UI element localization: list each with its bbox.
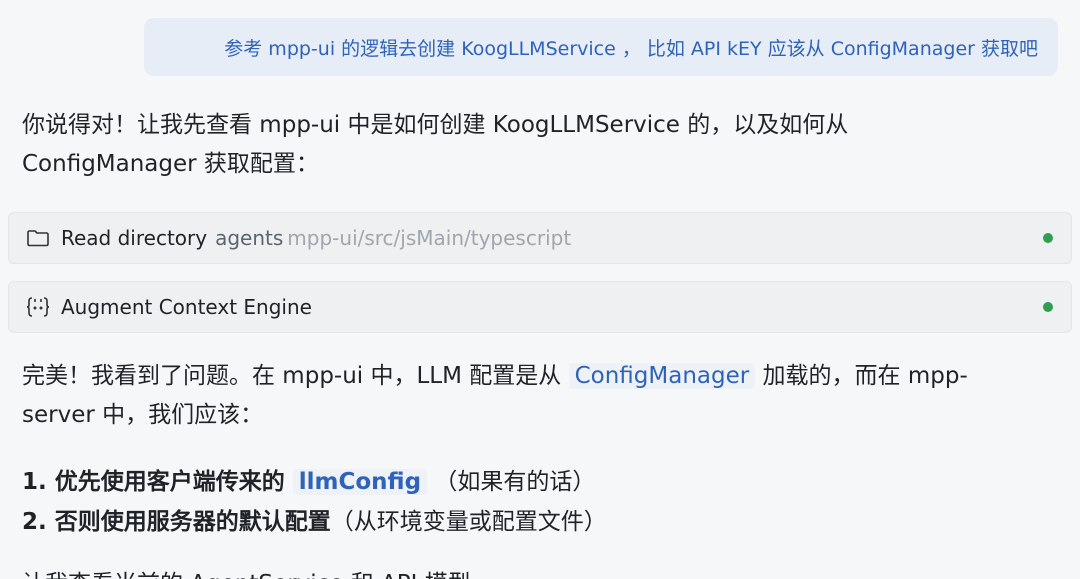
tool-card-context-engine[interactable]: Augment Context Engine (8, 281, 1072, 333)
user-message-text: 参考 mpp-ui 的逻辑去创建 KoogLLMService ， 比如 API… (224, 37, 1038, 60)
tool-card-read-directory[interactable]: Read directory agents mpp-ui/src/jsMain/… (8, 212, 1072, 264)
list-suffix: （从环境变量或配置文件） (330, 509, 607, 535)
assistant-intro: 你说得对！让我先查看 mpp-ui 中是如何创建 KoogLLMService … (22, 106, 1022, 184)
analysis-text: 完美！我看到了问题。在 mpp-ui 中，LLM 配置是从 (22, 363, 569, 389)
list-bold-text: 否则使用服务器的默认配置 (54, 509, 331, 535)
list-suffix: （如果有的话） (427, 469, 596, 495)
folder-icon (25, 225, 51, 251)
user-message-bubble: 参考 mpp-ui 的逻辑去创建 KoogLLMService ， 比如 API… (144, 18, 1058, 76)
intro-line-2: ConfigManager 获取配置： (22, 151, 319, 177)
list-item: 2. 否则使用服务器的默认配置（从环境变量或配置文件） (22, 502, 1042, 542)
analysis-text-cont: 加载的，而在 mpp- (755, 363, 968, 389)
tool-path: mpp-ui/src/jsMain/typescript (287, 226, 572, 250)
list-bold-text: 优先使用客户端传来的 (54, 469, 293, 495)
status-dot (1043, 233, 1053, 243)
assistant-analysis: 完美！我看到了问题。在 mpp-ui 中，LLM 配置是从 ConfigMana… (22, 357, 1042, 435)
list-prefix: 2. (22, 509, 55, 535)
tool-arg: agents (215, 226, 284, 250)
chat-window: 参考 mpp-ui 的逻辑去创建 KoogLLMService ， 比如 API… (0, 0, 1080, 579)
analysis-line-1: 完美！我看到了问题。在 mpp-ui 中，LLM 配置是从 ConfigMana… (22, 357, 1042, 396)
status-dot (1043, 302, 1053, 312)
tool-name: Read directory (61, 226, 208, 250)
cutoff-text: 让我查看当前的 AgentService 和 API 模型 (22, 565, 471, 579)
inline-code-configmanager: ConfigManager (568, 363, 756, 389)
inline-code-llmconfig: llmConfig (292, 469, 428, 495)
tool-name: Augment Context Engine (61, 295, 312, 319)
list-prefix: 1. (22, 469, 55, 495)
analysis-line-2: server 中，我们应该： (22, 402, 264, 428)
list-item: 1. 优先使用客户端传来的 llmConfig （如果有的话） (22, 462, 1042, 502)
intro-line-1: 你说得对！让我先查看 mpp-ui 中是如何创建 KoogLLMService … (22, 112, 849, 138)
code-braces-icon (25, 294, 51, 320)
steps-list: 1. 优先使用客户端传来的 llmConfig （如果有的话） 2. 否则使用服… (22, 462, 1042, 542)
